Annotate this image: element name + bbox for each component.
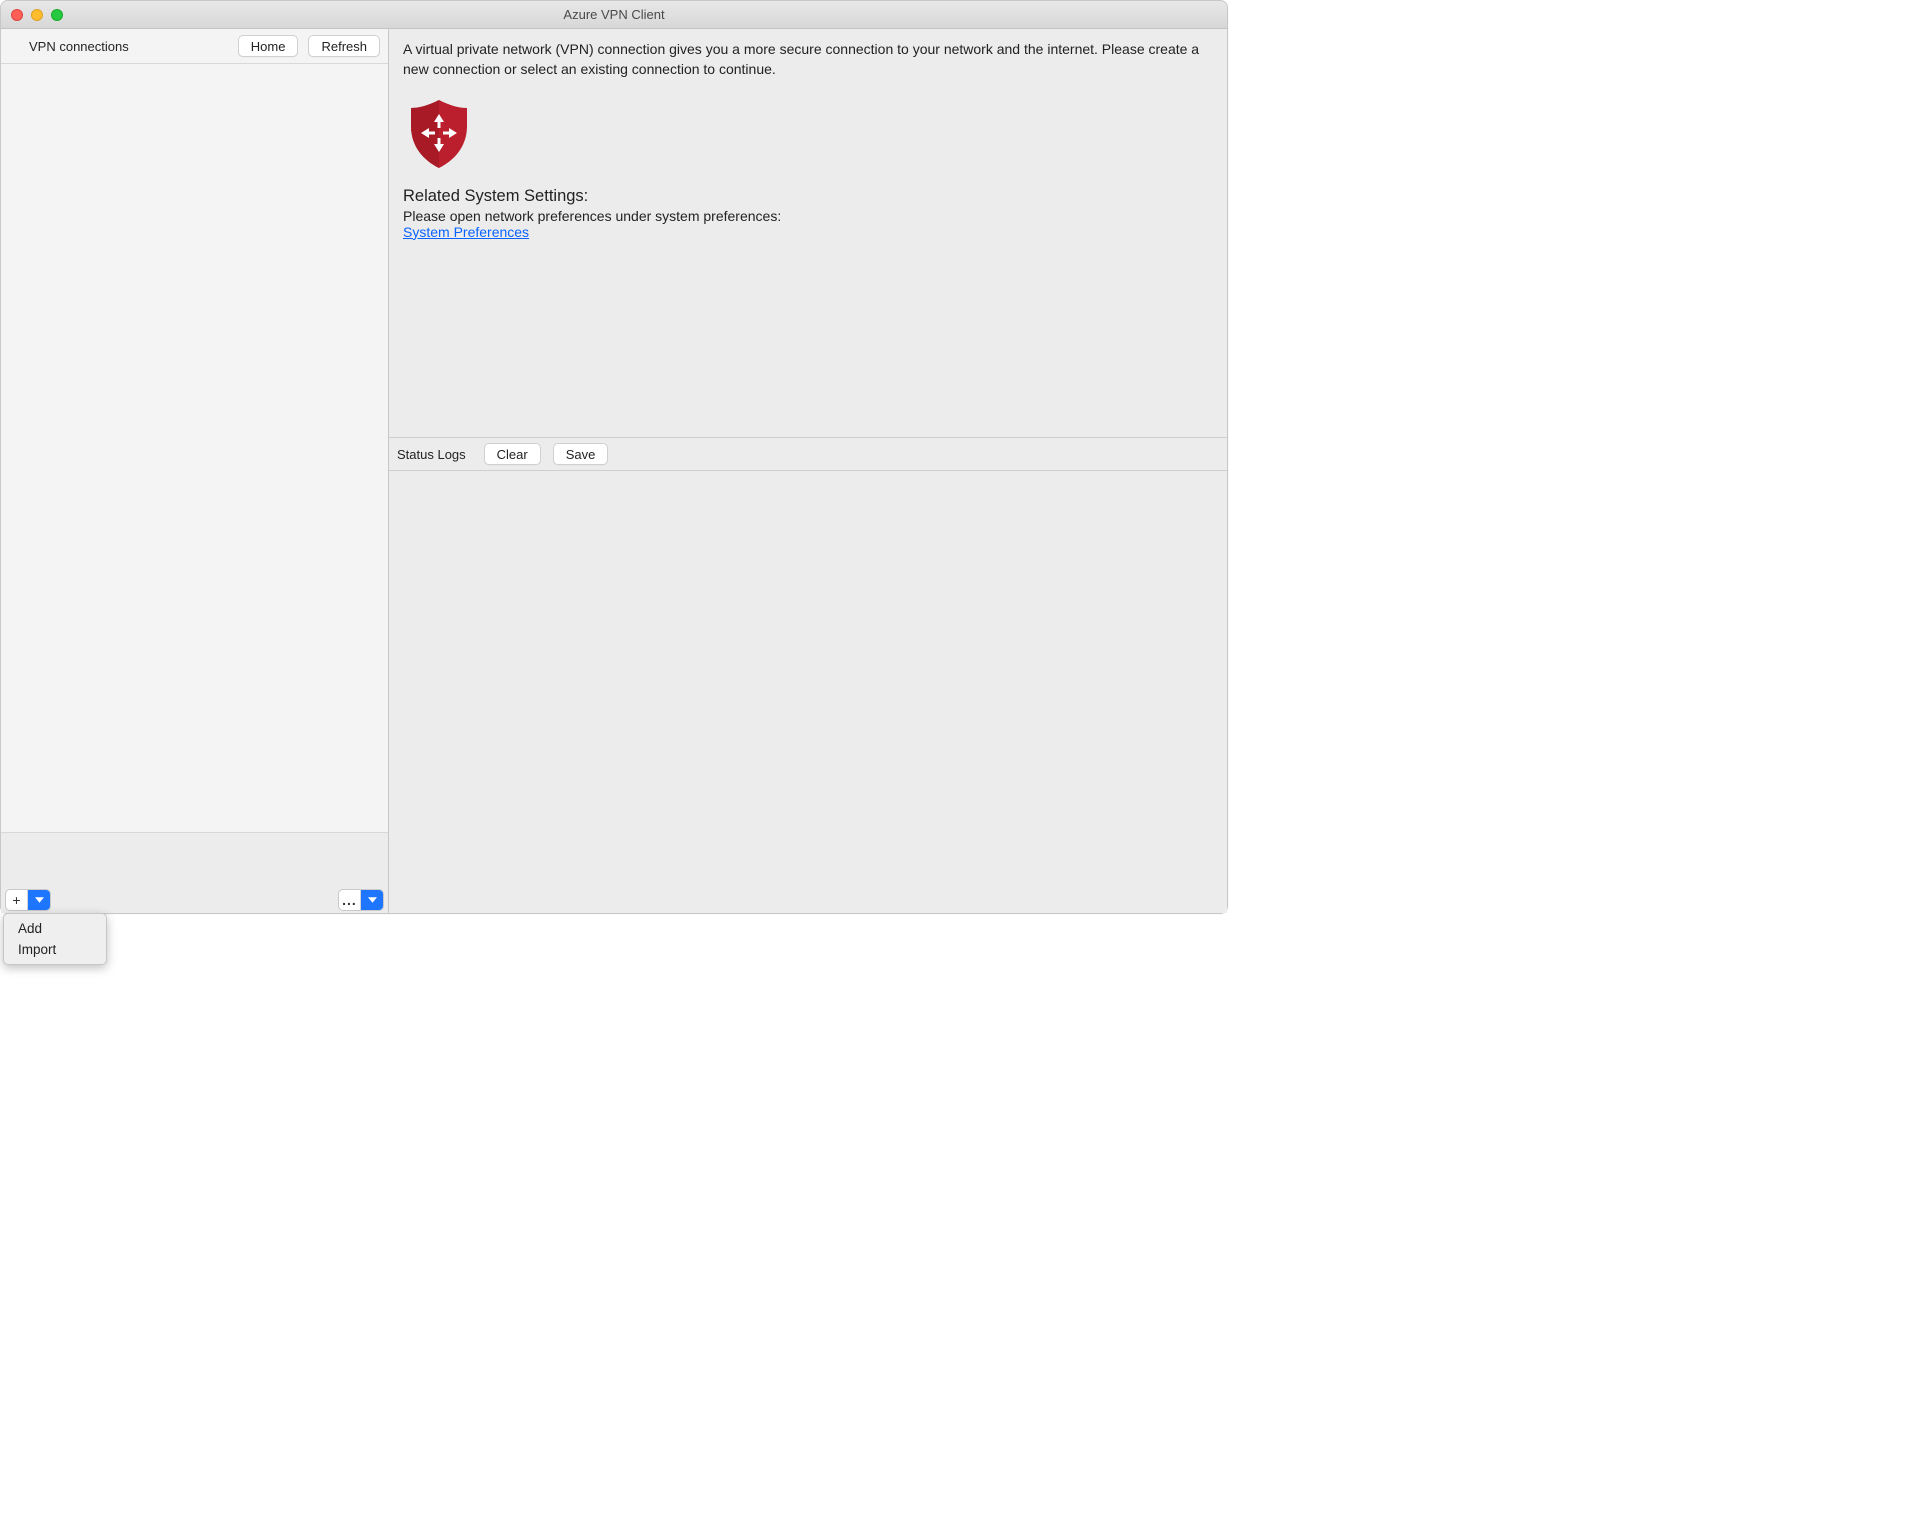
- chevron-down-icon: [361, 890, 383, 910]
- vpn-shield-icon: [407, 98, 1213, 173]
- more-actions-combo[interactable]: ...: [338, 889, 384, 911]
- intro-text: A virtual private network (VPN) connecti…: [403, 39, 1213, 80]
- chevron-down-icon: [28, 890, 50, 910]
- add-connection-menu: Add Import: [3, 913, 107, 965]
- plus-icon: +: [6, 890, 28, 910]
- settings-text: Please open network preferences under sy…: [403, 208, 1213, 224]
- sidebar-heading: VPN connections: [29, 39, 228, 54]
- sidebar-footer: + ...: [1, 887, 388, 913]
- logs-heading: Status Logs: [397, 447, 466, 462]
- close-window-button[interactable]: [11, 9, 23, 21]
- settings-heading: Related System Settings:: [403, 187, 1213, 206]
- menu-item-add[interactable]: Add: [4, 918, 106, 939]
- refresh-button[interactable]: Refresh: [308, 35, 380, 57]
- connection-list: [1, 64, 388, 833]
- sidebar-spacer: [1, 833, 388, 887]
- logs-header: Status Logs Clear Save: [389, 437, 1227, 471]
- titlebar: Azure VPN Client: [1, 1, 1227, 29]
- menu-item-import[interactable]: Import: [4, 939, 106, 960]
- maximize-window-button[interactable]: [51, 9, 63, 21]
- sidebar-header: VPN connections Home Refresh: [1, 29, 388, 64]
- save-logs-button[interactable]: Save: [553, 443, 609, 465]
- window-title: Azure VPN Client: [1, 7, 1227, 22]
- add-connection-combo[interactable]: +: [5, 889, 51, 911]
- sidebar: VPN connections Home Refresh + ...: [1, 29, 389, 913]
- system-preferences-link[interactable]: System Preferences: [403, 224, 529, 240]
- ellipsis-icon: ...: [339, 890, 361, 910]
- minimize-window-button[interactable]: [31, 9, 43, 21]
- home-button[interactable]: Home: [238, 35, 299, 57]
- clear-logs-button[interactable]: Clear: [484, 443, 541, 465]
- main-panel: A virtual private network (VPN) connecti…: [389, 29, 1227, 913]
- app-window: Azure VPN Client VPN connections Home Re…: [0, 0, 1228, 914]
- info-section: A virtual private network (VPN) connecti…: [389, 29, 1227, 437]
- traffic-lights: [11, 9, 63, 21]
- logs-body: [389, 471, 1227, 913]
